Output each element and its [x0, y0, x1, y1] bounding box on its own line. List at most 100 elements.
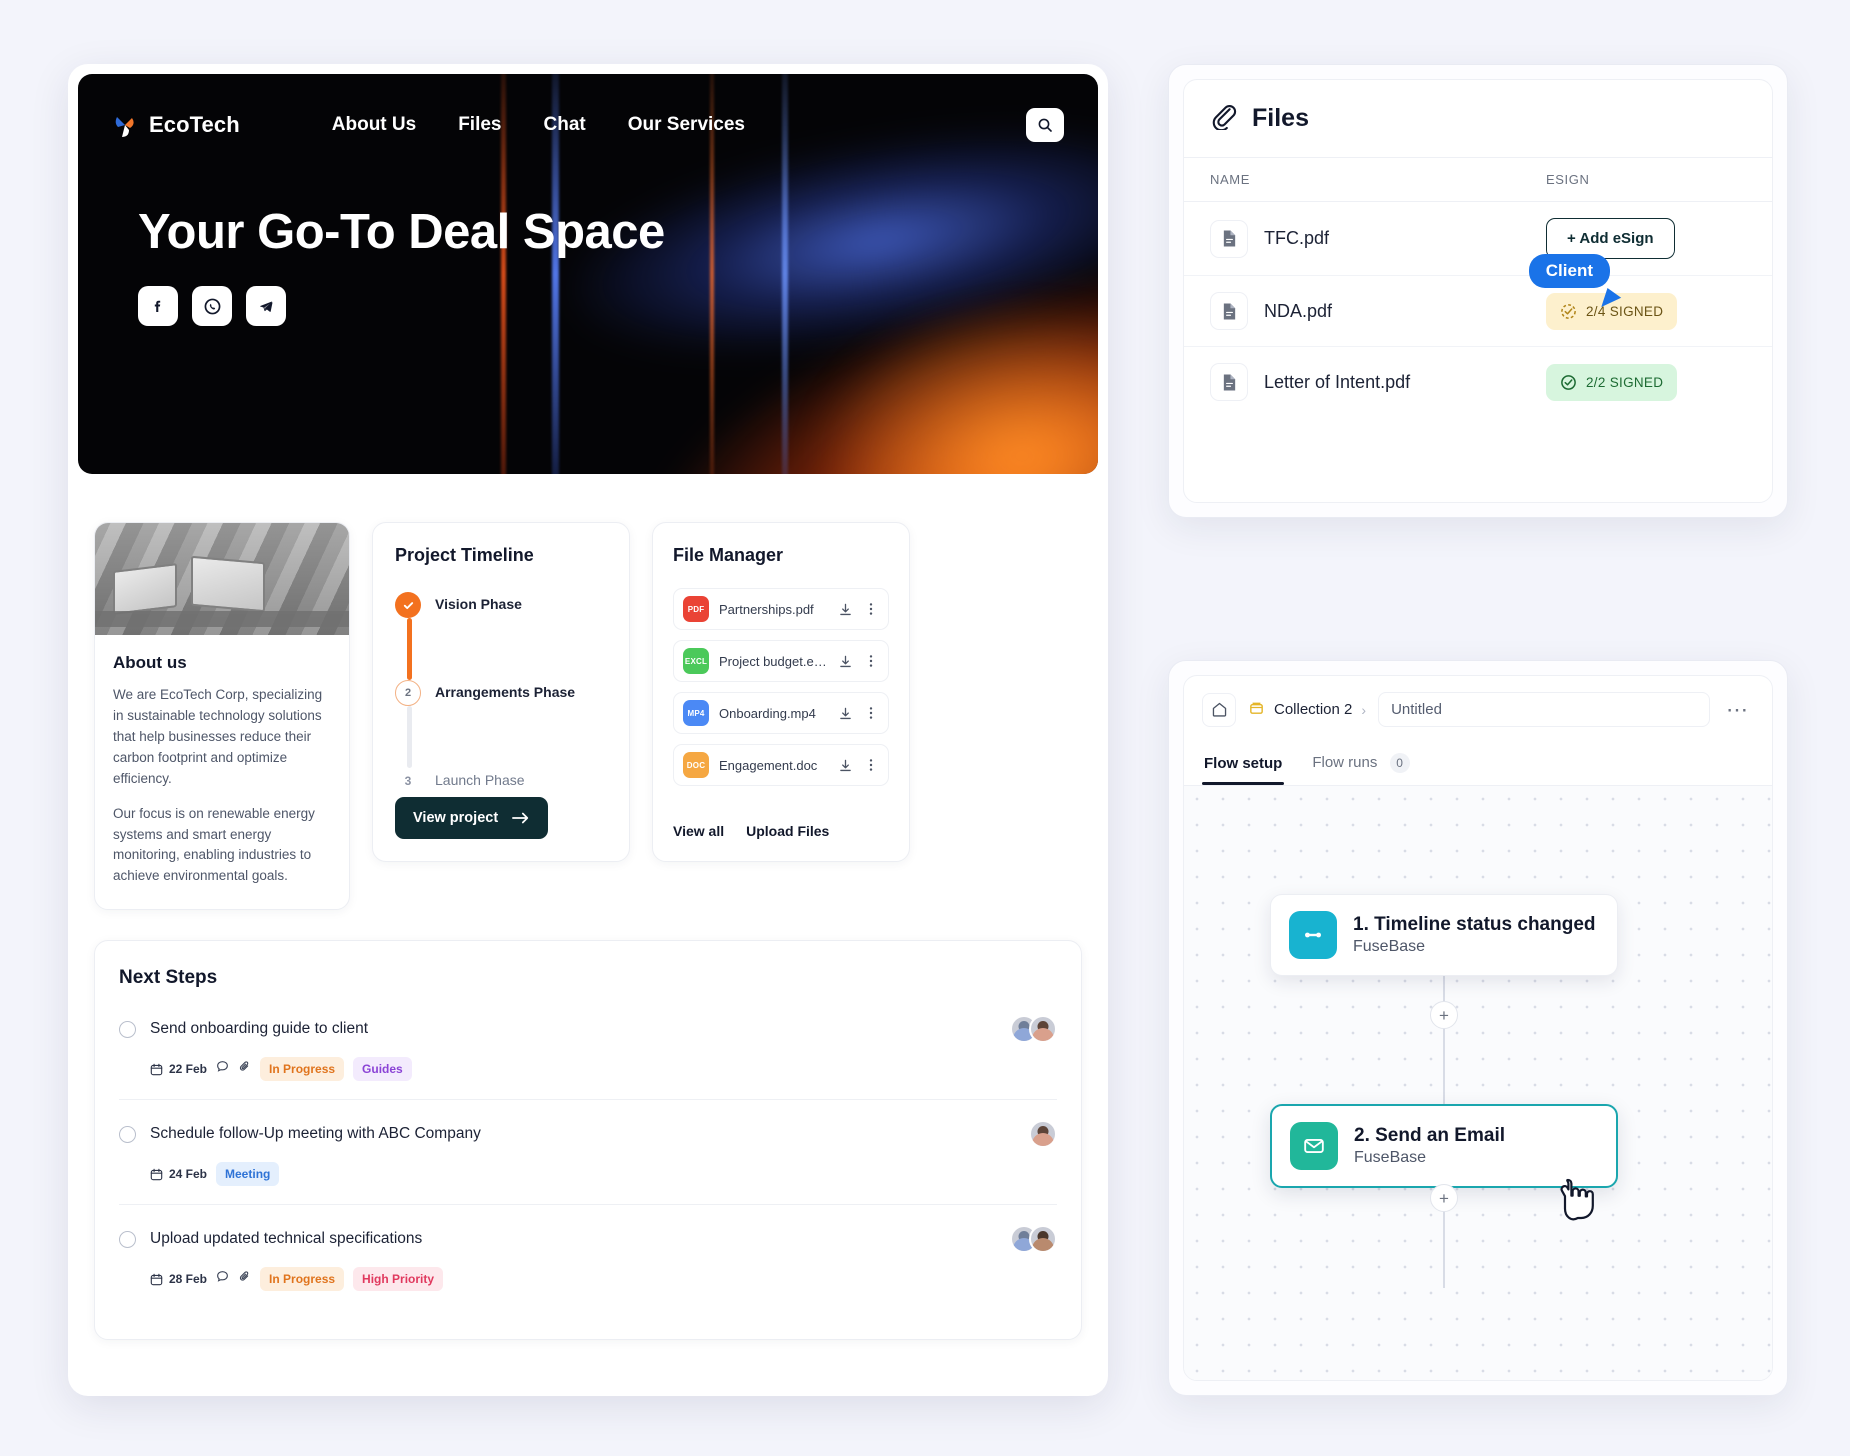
- task-name: Send onboarding guide to client: [150, 1020, 369, 1038]
- task-assignees: [1029, 1120, 1057, 1149]
- flow-connector: [1443, 972, 1445, 1112]
- search-button[interactable]: [1026, 108, 1064, 142]
- step-number-badge: 2: [395, 680, 421, 706]
- timeline-item-label: Arrangements Phase: [435, 684, 576, 700]
- file-type-badge: EXCL: [683, 648, 709, 674]
- task-checkbox[interactable]: [119, 1020, 136, 1038]
- nav-link-chat[interactable]: Chat: [544, 114, 586, 136]
- social-links: [138, 286, 1098, 326]
- flow-node-subtitle: FuseBase: [1354, 1149, 1427, 1166]
- breadcrumb-collection: Collection 2: [1274, 701, 1353, 718]
- file-table-row[interactable]: Client NDA.pdf 2/4 SIGNED: [1184, 254, 1772, 347]
- attachment-icon[interactable]: [238, 1270, 251, 1288]
- arrow-right-icon: [512, 812, 529, 824]
- nav-link-files[interactable]: Files: [458, 114, 501, 136]
- upload-files-link[interactable]: Upload Files: [746, 823, 829, 839]
- timeline-item-arrangements-phase[interactable]: 2 Arrangements Phase: [395, 680, 609, 706]
- mouse-cursor-icon: [1556, 1176, 1600, 1224]
- flow-canvas[interactable]: 1. Timeline status changed FuseBase + 2.…: [1184, 786, 1772, 1380]
- file-table-row[interactable]: TFC.pdf + Add eSign: [1184, 202, 1772, 276]
- view-project-button[interactable]: View project: [395, 797, 549, 839]
- timeline-item-label: Launch Phase: [435, 772, 525, 788]
- file-manager-title: File Manager: [673, 545, 784, 565]
- download-icon[interactable]: [837, 655, 853, 668]
- document-icon: [1210, 292, 1248, 330]
- download-icon[interactable]: [837, 759, 853, 772]
- esign-status-badge: 2/2 SIGNED: [1546, 363, 1678, 401]
- file-type-badge: MP4: [683, 700, 709, 726]
- tab-flow-setup[interactable]: Flow setup: [1202, 745, 1285, 785]
- flow-runs-count: 0: [1389, 753, 1410, 773]
- document-title-field[interactable]: Untitled: [1378, 692, 1710, 727]
- task-due-date: 24 Feb: [150, 1167, 207, 1181]
- breadcrumb[interactable]: Collection 2 ›: [1248, 699, 1366, 720]
- view-all-link[interactable]: View all: [673, 823, 724, 839]
- avatar: [1029, 1225, 1057, 1254]
- laptop-shape: [191, 555, 265, 613]
- chevron-right-icon: ›: [1361, 701, 1367, 718]
- flow-node-text: 2. Send an Email FuseBase: [1354, 1125, 1505, 1167]
- about-paragraph-1: We are EcoTech Corp, specializing in sus…: [113, 687, 323, 786]
- comment-icon[interactable]: [216, 1060, 229, 1078]
- file-name: Engagement.doc: [719, 757, 818, 773]
- flow-tabs: Flow setup Flow runs 0: [1184, 743, 1772, 786]
- flow-builder-inner: Collection 2 › Untitled ⋯ Flow setup Flo…: [1183, 675, 1773, 1381]
- more-options-icon[interactable]: [863, 758, 879, 772]
- task-checkbox[interactable]: [119, 1230, 136, 1248]
- nav-link-our-services[interactable]: Our Services: [628, 114, 745, 136]
- file-name: Onboarding.mp4: [719, 705, 816, 721]
- column-header-name: NAME: [1210, 172, 1250, 187]
- brand[interactable]: EcoTech: [112, 111, 240, 139]
- more-options-icon[interactable]: [863, 654, 879, 668]
- file-row[interactable]: EXCL Project budget.excl: [673, 640, 889, 682]
- document-icon: [1210, 363, 1248, 401]
- add-step-button[interactable]: +: [1430, 1184, 1458, 1212]
- attachment-icon[interactable]: [238, 1060, 251, 1078]
- facebook-icon[interactable]: [138, 286, 178, 326]
- brand-name: EcoTech: [149, 112, 240, 137]
- task-meta: 24 Feb Meeting: [150, 1162, 1057, 1187]
- task-meta: 28 Feb In Progress High Priority: [150, 1267, 1057, 1292]
- about-title: About us: [113, 653, 187, 672]
- add-step-button[interactable]: +: [1430, 1001, 1458, 1029]
- ellipsis-icon[interactable]: ⋯: [1722, 697, 1754, 723]
- flow-node-trigger[interactable]: 1. Timeline status changed FuseBase: [1270, 894, 1618, 976]
- home-icon[interactable]: [1202, 692, 1236, 727]
- step-number-badge: 3: [395, 768, 421, 794]
- timeline-item-vision-phase[interactable]: Vision Phase: [395, 592, 609, 618]
- due-date-text: 28 Feb: [169, 1272, 208, 1287]
- add-esign-button[interactable]: + Add eSign: [1546, 218, 1675, 259]
- tab-flow-runs[interactable]: Flow runs 0: [1310, 743, 1411, 785]
- more-options-icon[interactable]: [863, 706, 879, 720]
- file-table-row[interactable]: Letter of Intent.pdf 2/2 SIGNED: [1184, 347, 1772, 417]
- whatsapp-icon[interactable]: [192, 286, 232, 326]
- file-manager-card: File Manager PDF Partnerships.pdf EXCL P…: [652, 522, 910, 862]
- task-checkbox[interactable]: [119, 1125, 136, 1143]
- folder-icon: [1248, 699, 1265, 720]
- nav-link-about-us[interactable]: About Us: [332, 114, 416, 136]
- calendar-icon: [150, 1168, 163, 1181]
- files-panel-inner: Files NAME ESIGN TFC.pdf + Add eSign Cli…: [1183, 79, 1773, 503]
- timeline-item-launch-phase[interactable]: 3 Launch Phase: [395, 768, 609, 794]
- task-assignees: [1010, 1225, 1057, 1254]
- telegram-icon[interactable]: [246, 286, 286, 326]
- download-icon[interactable]: [837, 707, 853, 720]
- laptop-shape: [113, 563, 177, 615]
- file-row[interactable]: PDF Partnerships.pdf: [673, 588, 889, 630]
- avatar: [1029, 1015, 1057, 1044]
- task-header: Send onboarding guide to client: [119, 1015, 1057, 1044]
- flow-builder-panel: Collection 2 › Untitled ⋯ Flow setup Flo…: [1168, 660, 1788, 1396]
- download-icon[interactable]: [837, 603, 853, 616]
- due-date-text: 22 Feb: [169, 1062, 208, 1077]
- comment-icon[interactable]: [216, 1270, 229, 1288]
- esign-status-text: 2/4 SIGNED: [1586, 303, 1664, 319]
- files-panel: Files NAME ESIGN TFC.pdf + Add eSign Cli…: [1168, 64, 1788, 518]
- ecotech-logo-icon: [112, 111, 138, 139]
- flow-node-title: 2. Send an Email: [1354, 1125, 1505, 1146]
- due-date-text: 24 Feb: [169, 1167, 208, 1182]
- file-name: NDA.pdf: [1264, 300, 1333, 321]
- more-options-icon[interactable]: [863, 602, 879, 616]
- next-steps-title: Next Steps: [119, 967, 218, 989]
- file-row[interactable]: DOC Engagement.doc: [673, 744, 889, 786]
- file-row[interactable]: MP4 Onboarding.mp4: [673, 692, 889, 734]
